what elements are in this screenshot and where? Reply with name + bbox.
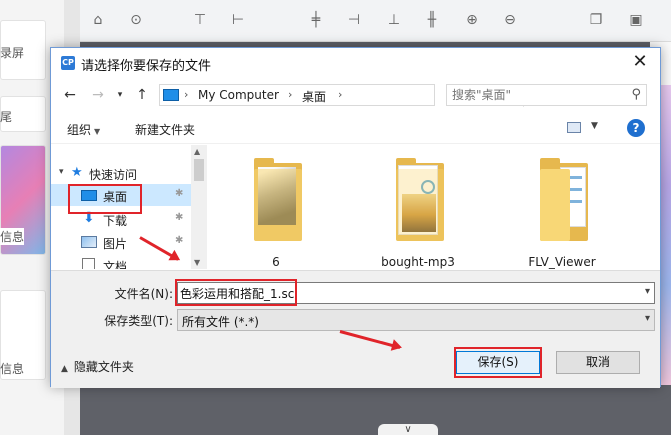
command-bar: 组织 ▼ 新建文件夹 ▼ ?	[51, 114, 660, 144]
background-toolbar: ⌂ ⊙ ⊤ ⊢ ╪ ⊣ ⊥ ╫ ⊕ ⊖ ❐ ▣	[80, 0, 671, 42]
chevron-down-icon[interactable]: ▾	[645, 313, 650, 324]
collapse-handle[interactable]: ∨	[378, 424, 438, 435]
filename-label: 文件名(N):	[114, 287, 173, 301]
folder-name: bought-mp3	[381, 255, 455, 269]
dialog-titlebar: CP 请选择你要保存的文件 ✕	[51, 48, 660, 78]
home-icon[interactable]: ⌂	[90, 12, 106, 28]
align-center-icon[interactable]: ╪	[308, 12, 324, 28]
pictures-icon	[81, 236, 97, 248]
nav-item-label: 文档	[103, 260, 128, 269]
cancel-button[interactable]: 取消	[556, 351, 640, 374]
nav-item-label: 下载	[103, 214, 128, 228]
nav-item-label: 图片	[103, 237, 128, 251]
background-label-info: 信息	[0, 228, 25, 245]
dialog-footer: 文件名(N): ▾ 保存类型(T): 所有文件 (*.*) ▾ ▲隐藏文件夹 保…	[51, 270, 660, 388]
align-top-icon[interactable]: ⊤	[192, 12, 208, 28]
help-button[interactable]: ?	[627, 119, 645, 137]
address-bar[interactable]: › My Computer › 桌面 › ▾ ↻	[159, 84, 540, 107]
document-icon	[82, 258, 95, 269]
search-icon[interactable]: ⚲	[631, 87, 641, 102]
breadcrumb-desktop[interactable]: 桌面	[302, 88, 326, 105]
chevron-down-icon: ▼	[94, 127, 101, 136]
folder-front	[254, 169, 302, 241]
file-list: 6 bought-mp3 FLV_Viewer ▲	[208, 145, 660, 269]
folder-front	[540, 169, 570, 241]
annotation-highlight-save	[454, 347, 542, 378]
view-dropdown-icon[interactable]: ▼	[591, 121, 598, 131]
distribute-icon[interactable]: ╫	[424, 12, 440, 28]
back-arrow-icon[interactable]: ←	[61, 86, 79, 104]
chevron-right-icon[interactable]: ›	[184, 88, 188, 101]
chevron-down-icon[interactable]: ▾	[59, 167, 64, 177]
folder-item[interactable]: 6	[226, 155, 326, 269]
chevron-up-icon: ▲	[61, 364, 68, 374]
filetype-select[interactable]: 所有文件 (*.*) ▾	[177, 309, 655, 331]
filetype-value: 所有文件 (*.*)	[182, 315, 259, 329]
forward-arrow-icon[interactable]: →	[89, 86, 107, 104]
folder-front	[396, 169, 444, 241]
folder-name: FLV_Viewer	[528, 255, 596, 269]
computer-icon	[163, 89, 179, 101]
copy-icon[interactable]: ❐	[588, 12, 604, 28]
view-mode-icon[interactable]	[567, 122, 581, 133]
search-input[interactable]	[452, 87, 622, 103]
close-button[interactable]: ✕	[630, 52, 650, 72]
pin-icon[interactable]: ✱	[175, 188, 183, 199]
navigation-bar: ← → ▾ ↑ › My Computer › 桌面 › ▾ ↻ ⚲	[51, 78, 660, 112]
dialog-title: 请选择你要保存的文件	[81, 59, 212, 74]
nav-pane-scrollbar[interactable]: ▲ ▼	[191, 145, 207, 269]
scroll-up-icon[interactable]: ▲	[194, 147, 200, 156]
app-logo-icon: CP	[61, 56, 75, 70]
hide-folders-toggle[interactable]: ▲ 隐藏文件夹	[61, 358, 134, 375]
scroll-down-icon[interactable]: ▼	[194, 258, 200, 267]
folder-item[interactable]: bought-mp3	[368, 155, 468, 269]
folder-item[interactable]: FLV_Viewer	[512, 155, 612, 269]
up-arrow-icon[interactable]: ↑	[133, 86, 151, 104]
background-label-record: 录屏	[0, 46, 25, 60]
organize-label: 组织	[67, 123, 92, 137]
pin-icon[interactable]: ✱	[175, 212, 183, 223]
new-folder-button[interactable]: 新建文件夹	[135, 121, 195, 138]
breadcrumb-my-computer[interactable]: My Computer	[198, 88, 279, 102]
chevron-down-icon[interactable]: ▾	[645, 286, 650, 297]
zoom-in-icon[interactable]: ⊕	[464, 12, 480, 28]
annotation-highlight-filename	[175, 279, 297, 306]
align-right-icon[interactable]: ⊣	[346, 12, 362, 28]
chevron-right-icon[interactable]: ›	[288, 88, 292, 101]
star-icon: ★	[71, 165, 83, 180]
filetype-label: 保存类型(T):	[104, 314, 173, 328]
align-bottom-icon[interactable]: ⊥	[386, 12, 402, 28]
delete-icon[interactable]: ▣	[628, 12, 644, 28]
chevron-right-icon[interactable]: ›	[338, 88, 342, 101]
pin-icon[interactable]: ✱	[175, 235, 183, 246]
more-icon[interactable]: ⊙	[128, 12, 144, 28]
background-label-tail: 尾	[0, 110, 13, 124]
organize-button[interactable]: 组织 ▼	[67, 121, 100, 138]
nav-item-quick-access[interactable]: ▾ ★ 快速访问	[51, 162, 191, 184]
nav-item-pictures[interactable]: 图片 ✱	[51, 231, 191, 253]
search-box[interactable]: ⚲	[446, 84, 647, 106]
zoom-out-icon[interactable]: ⊖	[502, 12, 518, 28]
nav-item-label: 快速访问	[89, 168, 138, 182]
background-label-info-2: 信息	[0, 362, 25, 376]
annotation-highlight-desktop	[68, 184, 142, 214]
align-left-icon[interactable]: ⊢	[230, 12, 246, 28]
hide-folders-label: 隐藏文件夹	[73, 360, 134, 374]
scroll-thumb[interactable]	[194, 159, 204, 181]
recent-dropdown-icon[interactable]: ▾	[111, 86, 129, 104]
folder-name: 6	[272, 255, 280, 269]
